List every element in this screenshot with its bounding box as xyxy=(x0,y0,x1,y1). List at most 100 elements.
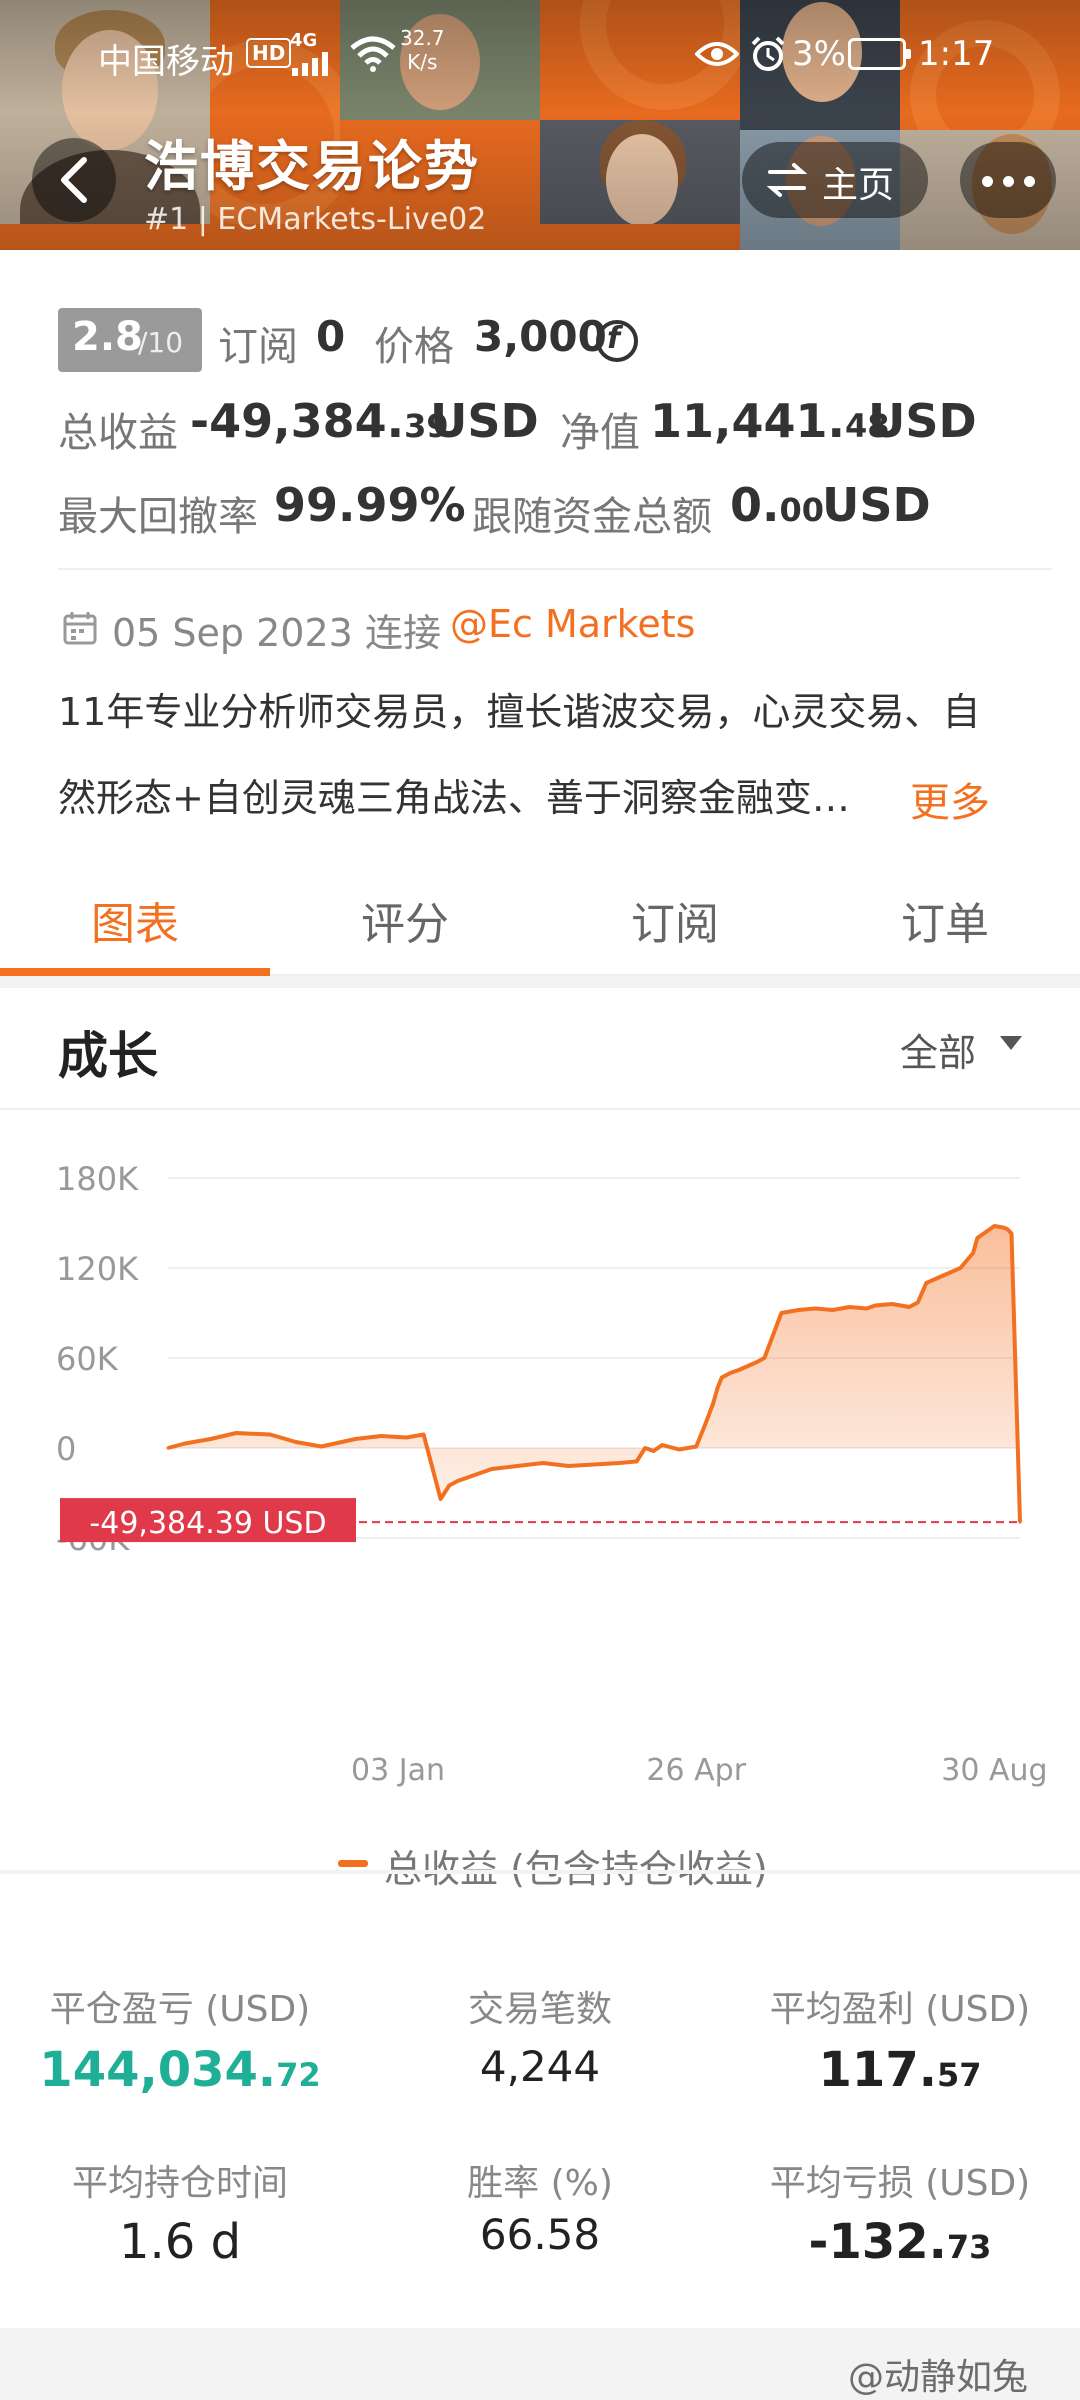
y-tick-label: 0 xyxy=(56,1430,76,1468)
growth-point xyxy=(490,1467,494,1471)
connect-label: 连接 xyxy=(364,611,441,655)
back-button[interactable] xyxy=(32,138,116,222)
home-button[interactable]: 主页 xyxy=(742,142,928,218)
growth-point xyxy=(1009,1232,1013,1235)
win-rate-label: 胜率 (%) xyxy=(467,2163,613,2204)
tab-subscribe[interactable]: 订阅 xyxy=(540,888,810,952)
growth-point xyxy=(971,1251,975,1255)
growth-point xyxy=(422,1433,426,1436)
drawdown-label: 最大回撤率 xyxy=(58,494,258,540)
growth-point xyxy=(473,1473,477,1477)
alarm-icon xyxy=(751,36,785,71)
growth-point xyxy=(941,1274,945,1277)
growth-point xyxy=(660,1443,664,1447)
status-bar: 中国移动 HD 4G 32.7 K/s 3% 1:17 xyxy=(0,22,1080,82)
growth-point xyxy=(992,1224,996,1228)
more-icon xyxy=(1024,176,1035,187)
coin-icon: f xyxy=(596,320,638,362)
chevron-left-icon xyxy=(61,157,87,203)
divider xyxy=(58,568,1052,570)
bio-more-link[interactable]: 更多 xyxy=(910,770,990,828)
legend-swatch xyxy=(338,1860,368,1867)
legend-label: 总收益 (包含持仓收益) xyxy=(384,1847,768,1891)
tab-chart[interactable]: 图表 xyxy=(0,888,270,952)
growth-point xyxy=(984,1230,988,1234)
caret-down-icon[interactable] xyxy=(1000,1036,1022,1050)
follow-funds-label: 跟随资金总额 xyxy=(472,494,712,540)
section-gap xyxy=(0,976,1080,988)
current-value-label: -49,384.39 USD xyxy=(89,1506,326,1541)
growth-point xyxy=(1018,1520,1022,1524)
growth-point xyxy=(515,1464,519,1468)
growth-point xyxy=(618,1461,622,1465)
growth-point xyxy=(592,1463,596,1466)
broker-link[interactable]: @Ec Markets xyxy=(450,602,695,646)
growth-point xyxy=(975,1236,979,1240)
closed-pnl-label: 平仓盈亏 (USD) xyxy=(49,1989,311,2030)
swap-icon xyxy=(766,163,808,197)
growth-point xyxy=(716,1386,720,1390)
network-speed-value: 32.7 xyxy=(400,26,445,50)
avg-loss-decimal: 73 xyxy=(946,2228,992,2266)
battery-percent: 3% xyxy=(792,34,846,74)
hd-badge: HD xyxy=(246,38,292,68)
network-speed: 32.7 K/s xyxy=(400,26,445,74)
growth-point xyxy=(405,1436,409,1439)
tab-rating[interactable]: 评分 xyxy=(270,888,540,952)
avg-profit-main: 117. xyxy=(818,2042,937,2098)
growth-point xyxy=(958,1266,962,1270)
active-tab-indicator xyxy=(0,968,270,976)
avg-loss-value: -132.73 xyxy=(720,2214,1080,2270)
watermark: @动静如兔 xyxy=(848,2357,1029,2398)
growth-point xyxy=(720,1376,724,1379)
trade-count-label: 交易笔数 xyxy=(467,1989,612,2030)
total-profit-main: -49,384. xyxy=(190,394,405,448)
closed-pnl-decimal: 72 xyxy=(276,2056,321,2094)
rating-value: 2.8 xyxy=(72,314,143,360)
carrier-name: 中国移动 xyxy=(98,42,234,82)
tab-orders[interactable]: 订单 xyxy=(810,888,1080,952)
growth-point xyxy=(916,1301,920,1304)
network-type: 4G xyxy=(290,30,318,51)
follow-funds-decimal: 00 xyxy=(779,491,825,529)
price-label: 价格 xyxy=(374,324,454,370)
equity-value: 11,441.48 xyxy=(650,394,890,448)
wifi-icon xyxy=(350,36,396,72)
growth-point xyxy=(848,1305,852,1309)
growth-point xyxy=(762,1356,766,1360)
network-speed-unit: K/s xyxy=(407,50,438,74)
drawdown-value: 99.99% xyxy=(274,478,466,532)
trade-count-value: 4,244 xyxy=(479,2042,601,2091)
y-tick-label: 180K xyxy=(56,1160,139,1198)
growth-point xyxy=(319,1445,323,1448)
growth-point xyxy=(754,1361,758,1364)
account-subtitle: #1 | ECMarkets-Live02 xyxy=(144,202,487,237)
range-filter[interactable]: 全部 xyxy=(900,1022,976,1077)
page-title: 浩博交易论势 xyxy=(144,135,480,198)
growth-point xyxy=(865,1307,869,1310)
divider xyxy=(0,1870,1080,1874)
total-profit-unit: USD xyxy=(430,394,539,448)
battery-icon xyxy=(848,38,911,70)
growth-point xyxy=(890,1302,894,1306)
tab-bar: 图表 评分 订阅 订单 xyxy=(0,880,1080,976)
growth-point xyxy=(1005,1227,1009,1231)
clock: 1:17 xyxy=(918,34,995,74)
more-options-button[interactable] xyxy=(960,142,1056,218)
growth-point xyxy=(796,1308,800,1312)
growth-point xyxy=(924,1281,928,1285)
follow-funds-value: 0.00 xyxy=(730,478,824,532)
growth-point xyxy=(677,1448,681,1451)
growth-point xyxy=(541,1461,545,1465)
growth-point xyxy=(566,1464,570,1468)
growth-point xyxy=(643,1446,647,1450)
bio-line-2: 然形态+自创灵魂三角战法、善于洞察金融变… xyxy=(58,776,850,820)
profile-header: 中国移动 HD 4G 32.7 K/s 3% 1:17 浩博交易论势 #1 | … xyxy=(0,0,1080,250)
home-label: 主页 xyxy=(822,165,895,206)
growth-point xyxy=(694,1445,698,1448)
connect-date-value: 05 Sep 2023 xyxy=(112,611,353,655)
growth-point xyxy=(166,1446,170,1450)
more-icon xyxy=(982,176,993,187)
x-tick-label: 26 Apr xyxy=(646,1753,746,1788)
growth-chart: 180K120K60K0-60K03 Jan26 Apr30 Aug-49,38… xyxy=(56,1160,1048,1788)
